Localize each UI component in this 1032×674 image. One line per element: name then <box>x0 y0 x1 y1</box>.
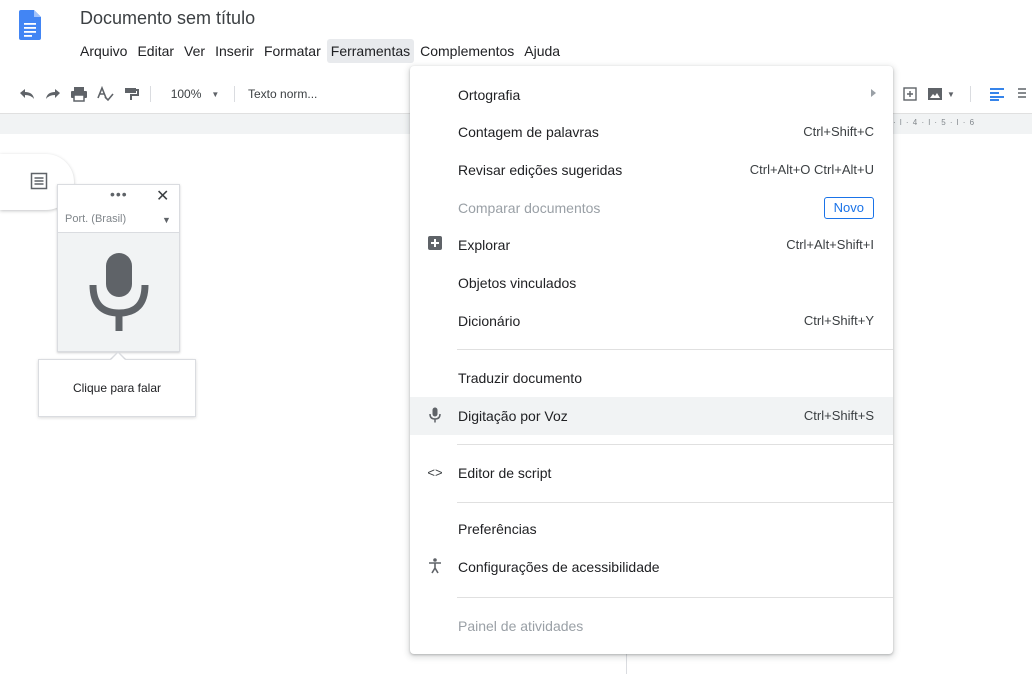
align-left-icon[interactable] <box>986 82 1008 106</box>
toolbar-divider <box>234 86 235 102</box>
shortcut-text: Ctrl+Alt+Shift+I <box>786 237 874 252</box>
menu-divider <box>457 502 893 503</box>
microphone-icon[interactable] <box>82 251 156 333</box>
style-value: Texto norm... <box>248 87 318 101</box>
docs-logo-icon[interactable] <box>19 10 41 40</box>
document-title[interactable]: Documento sem título <box>80 8 255 29</box>
menu-item-revisar-edicoes[interactable]: Revisar edições sugeridas Ctrl+Alt+O Ctr… <box>410 151 893 189</box>
shortcut-text: Ctrl+Shift+C <box>803 124 874 139</box>
menu-item-label: Traduzir documento <box>458 370 582 386</box>
language-value: Port. (Brasil) <box>65 213 127 225</box>
menu-item-label: Configurações de acessibilidade <box>458 559 660 575</box>
tooltip-arrow-fill <box>111 353 125 360</box>
menu-item-label: Revisar edições sugeridas <box>458 162 623 178</box>
outline-icon[interactable] <box>30 172 48 190</box>
chevron-down-icon[interactable]: ▼ <box>162 215 171 225</box>
ruler: · l · 4 · l · 5 · l · 6 <box>893 117 976 127</box>
click-to-speak-tooltip: Clique para falar <box>38 359 196 417</box>
zoom-value: 100% <box>170 87 202 101</box>
microphone-icon <box>426 407 444 425</box>
print-icon[interactable] <box>68 82 90 106</box>
explore-icon <box>426 236 444 254</box>
shortcut-text: Ctrl+Shift+S <box>803 408 874 423</box>
more-options-icon[interactable]: ••• <box>110 186 128 202</box>
menu-complementos[interactable]: Complementos <box>416 39 518 63</box>
code-icon: <> <box>427 465 443 480</box>
menu-ver[interactable]: Ver <box>180 39 209 63</box>
menu-item-label: Dicionário <box>458 313 521 329</box>
menu-divider <box>457 444 893 445</box>
menu-ajuda[interactable]: Ajuda <box>520 39 564 63</box>
tools-menu: Ortografia Contagem de palavras Ctrl+Shi… <box>410 66 893 654</box>
menu-item-contagem-palavras[interactable]: Contagem de palavras Ctrl+Shift+C <box>410 113 893 151</box>
menu-item-painel-atividades: Painel de atividades <box>410 607 893 645</box>
menu-item-label: Digitação por Voz <box>458 408 568 424</box>
new-badge: Novo <box>823 197 874 219</box>
close-icon[interactable]: ✕ <box>156 186 169 206</box>
toolbar-divider <box>970 86 971 102</box>
zoom-select[interactable]: 100% ▼ <box>166 82 224 106</box>
menu-item-acessibilidade[interactable]: Configurações de acessibilidade <box>410 548 893 586</box>
menu-item-ortografia[interactable]: Ortografia <box>410 76 893 114</box>
menu-formatar[interactable]: Formatar <box>260 39 325 63</box>
redo-icon[interactable] <box>42 82 64 106</box>
menu-ferramentas[interactable]: Ferramentas <box>326 39 415 63</box>
menu-item-label: Objetos vinculados <box>458 275 577 291</box>
menu-item-dicionario[interactable]: Dicionário Ctrl+Shift+Y <box>410 302 893 340</box>
menu-inserir[interactable]: Inserir <box>211 39 258 63</box>
menu-item-editor-script[interactable]: <> Editor de script <box>410 454 893 492</box>
menu-item-label: Painel de atividades <box>458 618 584 634</box>
menu-item-traduzir-documento[interactable]: Traduzir documento <box>410 359 893 397</box>
insert-link-icon[interactable] <box>900 82 920 106</box>
menu-item-label: Ortografia <box>458 87 521 103</box>
menu-arquivo[interactable]: Arquivo <box>76 39 131 63</box>
menu-divider <box>457 349 893 350</box>
voice-typing-widget: ••• ✕ Port. (Brasil) ▼ <box>57 184 180 352</box>
spellcheck-icon[interactable] <box>94 82 116 106</box>
menu-item-preferencias[interactable]: Preferências <box>410 510 893 548</box>
shortcut-text: Ctrl+Shift+Y <box>803 313 874 328</box>
menu-item-digitacao-voz[interactable]: Digitação por Voz Ctrl+Shift+S <box>410 397 893 435</box>
menu-divider <box>457 597 893 598</box>
style-select[interactable]: Texto norm... <box>248 82 408 106</box>
language-select[interactable]: Port. (Brasil) <box>58 207 179 233</box>
toolbar-divider <box>150 86 151 102</box>
menu-item-label: Editor de script <box>458 465 552 481</box>
menu-item-label: Comparar documentos <box>458 200 601 216</box>
menu-item-label: Contagem de palavras <box>458 124 599 140</box>
chevron-down-icon: ▼ <box>947 89 955 99</box>
menu-item-label: Preferências <box>458 521 537 537</box>
insert-image-icon[interactable]: ▼ <box>926 82 956 106</box>
undo-icon[interactable] <box>16 82 38 106</box>
shortcut-text: Ctrl+Alt+O Ctrl+Alt+U <box>749 162 874 177</box>
chevron-down-icon: ▼ <box>211 89 220 99</box>
menu-bar: Arquivo Editar Ver Inserir Formatar Ferr… <box>76 38 566 64</box>
submenu-arrow-icon <box>871 89 876 97</box>
menu-item-explorar[interactable]: Explorar Ctrl+Alt+Shift+I <box>410 226 893 264</box>
menu-item-comparar-documentos: Comparar documentos Novo <box>410 189 893 227</box>
tooltip-text: Clique para falar <box>72 381 162 395</box>
paint-format-icon[interactable] <box>120 82 142 106</box>
accessibility-icon <box>426 558 444 576</box>
menu-editar[interactable]: Editar <box>133 39 178 63</box>
line-spacing-icon[interactable] <box>1014 82 1030 106</box>
menu-item-objetos-vinculados[interactable]: Objetos vinculados <box>410 264 893 302</box>
menu-item-label: Explorar <box>458 237 511 253</box>
